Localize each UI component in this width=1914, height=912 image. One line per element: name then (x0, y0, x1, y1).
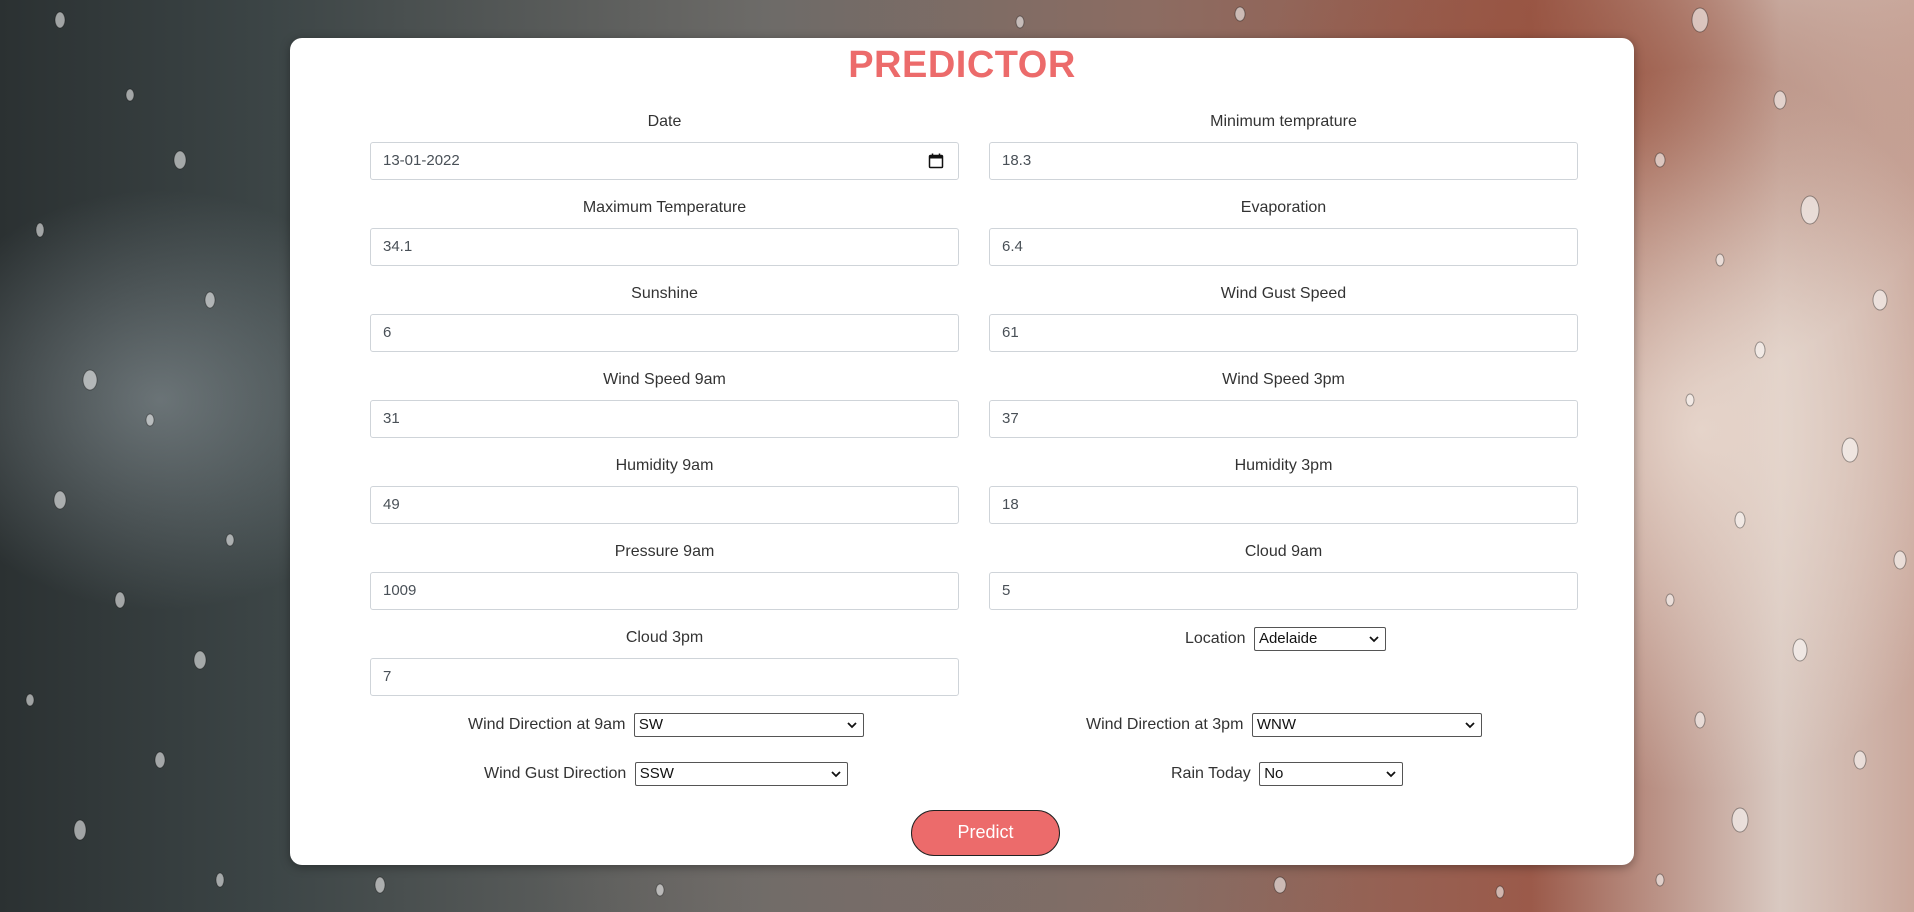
evaporation-input[interactable]: 6.4 (989, 228, 1578, 266)
location-label: Location (1185, 630, 1246, 648)
humidity-9am-label: Humidity 9am (615, 457, 714, 474)
wind-speed-9am-input[interactable]: 31 (370, 400, 959, 438)
rain-today-select[interactable]: No (1259, 762, 1404, 786)
date-label: Date (647, 113, 682, 130)
humidity-9am-input[interactable]: 49 (370, 486, 959, 524)
wind-speed-3pm-input[interactable]: 37 (989, 400, 1578, 438)
page-title: PREDICTOR (848, 44, 1076, 86)
chevron-down-icon (1386, 771, 1396, 778)
wind-dir-3pm-select[interactable]: WNW (1251, 713, 1482, 737)
predict-button[interactable]: Predict (911, 810, 1060, 856)
wind-speed-3pm-value: 37 (1002, 410, 1019, 427)
calendar-icon[interactable] (928, 153, 944, 169)
sunshine-value: 6 (383, 324, 392, 341)
cloud-3pm-input[interactable]: 7 (370, 658, 959, 696)
predictor-form-card: PREDICTOR Date 13-01-2022 Minimum tempra… (290, 38, 1634, 865)
humidity-3pm-label: Humidity 3pm (1234, 457, 1333, 474)
rain-today-value: No (1264, 765, 1284, 782)
wind-dir-9am-row: Wind Direction at 9am SW (468, 713, 864, 737)
cloud-9am-value: 5 (1002, 582, 1011, 599)
min-temp-value: 18.3 (1002, 152, 1032, 169)
humidity-9am-value: 49 (383, 496, 400, 513)
wind-gust-speed-label: Wind Gust Speed (1220, 285, 1347, 302)
wind-speed-3pm-label: Wind Speed 3pm (1222, 371, 1345, 388)
wind-speed-9am-label: Wind Speed 9am (603, 371, 726, 388)
wind-dir-9am-label: Wind Direction at 9am (468, 716, 626, 734)
location-value: Adelaide (1258, 630, 1318, 647)
max-temp-input[interactable]: 34.1 (370, 228, 959, 266)
date-input[interactable]: 13-01-2022 (370, 142, 959, 180)
wind-gust-speed-value: 61 (1002, 324, 1019, 341)
wind-dir-3pm-value: WNW (1256, 716, 1296, 733)
rain-today-row: Rain Today No (1171, 762, 1404, 786)
cloud-9am-input[interactable]: 5 (989, 572, 1578, 610)
pressure-9am-value: 1009 (383, 582, 417, 599)
pressure-9am-input[interactable]: 1009 (370, 572, 959, 610)
cloud-3pm-value: 7 (383, 668, 392, 685)
wind-dir-9am-select[interactable]: SW (633, 713, 864, 737)
min-temp-input[interactable]: 18.3 (989, 142, 1578, 180)
wind-gust-dir-row: Wind Gust Direction SSW (484, 762, 848, 786)
wind-gust-dir-label: Wind Gust Direction (484, 765, 627, 783)
rain-today-label: Rain Today (1171, 765, 1251, 783)
wind-dir-9am-value: SW (638, 716, 664, 733)
max-temp-value: 34.1 (383, 238, 413, 255)
date-value: 13-01-2022 (383, 152, 460, 169)
wind-gust-dir-value: SSW (639, 765, 674, 782)
chevron-down-icon (1369, 636, 1379, 643)
evaporation-value: 6.4 (1002, 238, 1023, 255)
min-temp-label: Minimum temprature (1210, 113, 1357, 130)
sunshine-input[interactable]: 6 (370, 314, 959, 352)
humidity-3pm-value: 18 (1002, 496, 1019, 513)
location-select[interactable]: Adelaide (1253, 627, 1386, 651)
wind-dir-3pm-row: Wind Direction at 3pm WNW (1086, 713, 1482, 737)
wind-gust-dir-select[interactable]: SSW (634, 762, 848, 786)
wind-dir-3pm-label: Wind Direction at 3pm (1086, 716, 1244, 734)
chevron-down-icon (1465, 722, 1475, 729)
wind-speed-9am-value: 31 (383, 410, 400, 427)
evaporation-label: Evaporation (1240, 199, 1327, 216)
pressure-9am-label: Pressure 9am (614, 543, 715, 560)
max-temp-label: Maximum Temperature (582, 199, 747, 216)
location-row: Location Adelaide (1185, 627, 1386, 651)
sunshine-label: Sunshine (631, 285, 698, 302)
wind-gust-speed-input[interactable]: 61 (989, 314, 1578, 352)
humidity-3pm-input[interactable]: 18 (989, 486, 1578, 524)
chevron-down-icon (847, 722, 857, 729)
cloud-9am-label: Cloud 9am (1244, 543, 1323, 560)
chevron-down-icon (831, 771, 841, 778)
cloud-3pm-label: Cloud 3pm (625, 629, 704, 646)
